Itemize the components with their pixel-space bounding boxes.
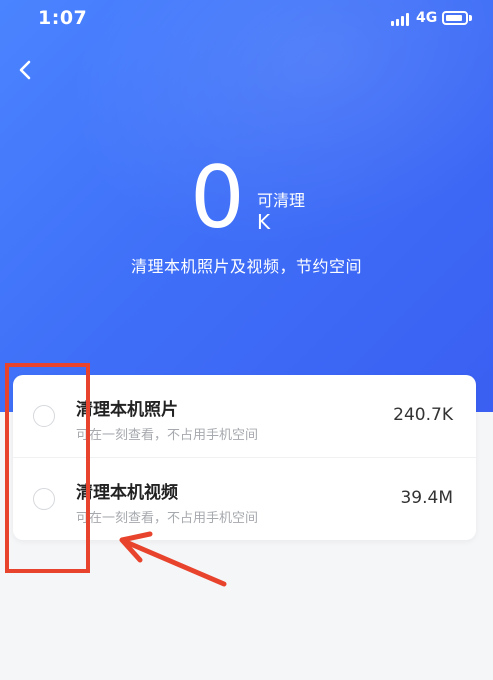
status-bar: 1:07 4G [0, 0, 493, 40]
option-description: 可在一刻查看，不占用手机空间 [76, 428, 259, 443]
annotation-highlight-box [5, 363, 90, 573]
annotation-arrow-icon [119, 531, 227, 587]
hero-header: 1:07 4G 0 可清理 K 清理本机照片及视频，节约空间 [0, 0, 493, 412]
option-title: 清理本机照片 [76, 400, 178, 420]
battery-icon [442, 11, 468, 25]
chevron-left-icon [19, 60, 31, 80]
back-button[interactable] [12, 56, 40, 84]
hero-subtitle: 清理本机照片及视频，节约空间 [130, 257, 362, 276]
signal-icon [391, 12, 411, 26]
option-size: 240.7K [393, 405, 453, 425]
cleanable-unit: K [257, 210, 271, 234]
network-type: 4G [416, 10, 438, 26]
cleanable-amount: 0 [190, 148, 245, 248]
battery-cap [469, 15, 472, 21]
cleanable-label: 可清理 [257, 191, 306, 210]
option-size: 39.4M [400, 488, 453, 508]
option-description: 可在一刻查看，不占用手机空间 [76, 511, 259, 526]
option-title: 清理本机视频 [76, 483, 178, 503]
status-time: 1:07 [38, 7, 88, 29]
